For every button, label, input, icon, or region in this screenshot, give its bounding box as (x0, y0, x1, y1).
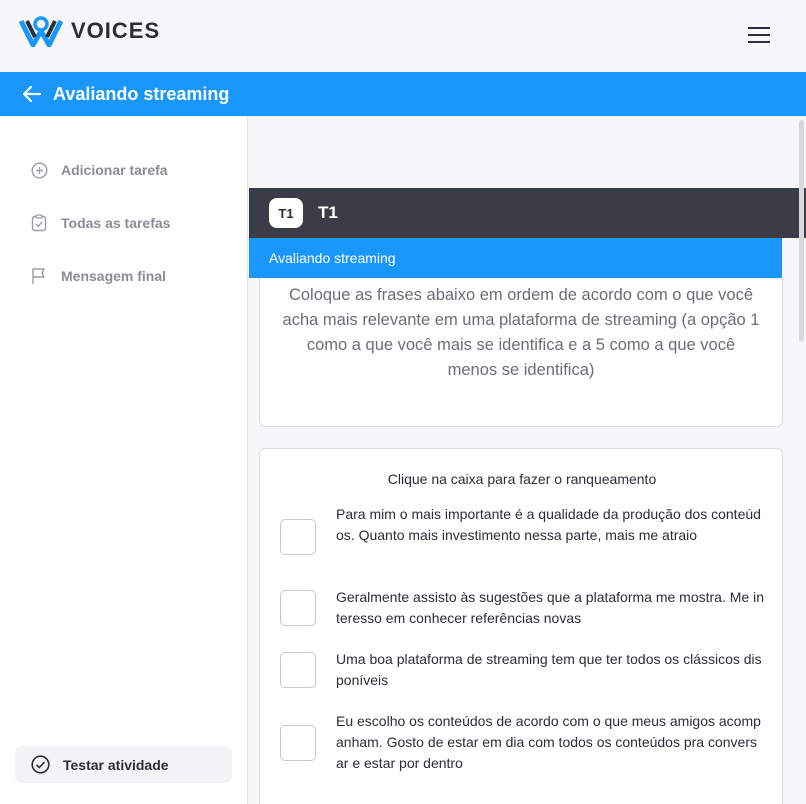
rank-item-text: Para mim o mais importante é a qualidade… (336, 506, 761, 543)
sidebar-item-final-message[interactable]: Mensagem final (30, 267, 166, 285)
task-badge: T1 (269, 198, 303, 228)
rank-checkbox[interactable] (280, 519, 316, 555)
test-activity-label: Testar atividade (63, 756, 169, 773)
scrollbar[interactable] (796, 116, 806, 804)
sidebar: Adicionar tarefa Todas as tarefas Mensag… (0, 116, 248, 804)
rank-checkbox[interactable] (280, 652, 316, 688)
hamburger-menu-icon[interactable] (748, 27, 770, 45)
rank-checkbox[interactable] (280, 725, 316, 761)
sidebar-item-add-task[interactable]: Adicionar tarefa (30, 161, 168, 179)
rank-item-text: Eu escolho os conteúdos de acordo com o … (336, 713, 761, 771)
plus-circle-icon (30, 161, 48, 179)
logo[interactable]: VOICES (19, 15, 160, 47)
instructions-text: Coloque as frases abaixo em ordem de aco… (282, 286, 760, 379)
rank-item-text: Geralmente assisto às sugestões que a pl… (336, 589, 764, 626)
page-title: Avaliando streaming (53, 83, 230, 104)
sidebar-item-label: Mensagem final (61, 268, 167, 284)
rank-item-text: Uma boa plataforma de streaming tem que … (336, 651, 762, 688)
back-arrow-icon[interactable] (22, 84, 42, 104)
check-circle-icon (31, 755, 50, 774)
rank-checkbox[interactable] (280, 590, 316, 626)
scrollbar-thumb[interactable] (799, 120, 804, 342)
sidebar-item-label: Todas as tarefas (61, 215, 171, 231)
sidebar-item-label: Adicionar tarefa (61, 162, 168, 178)
task-subtitle: Avaliando streaming (249, 238, 782, 278)
flag-icon (30, 267, 48, 285)
clipboard-check-icon (30, 214, 48, 232)
instructions-card: Coloque as frases abaixo em ordem de aco… (259, 278, 783, 427)
page-header: Avaliando streaming (0, 72, 806, 116)
sidebar-item-all-tasks[interactable]: Todas as tarefas (30, 214, 170, 232)
voices-logo-icon (19, 16, 63, 47)
ranking-title: Clique na caixa para fazer o ranqueament… (387, 471, 657, 487)
task-title: T1 (318, 203, 338, 222)
ranking-card: Clique na caixa para fazer o ranqueament… (259, 448, 783, 804)
task-header: T1 T1 (249, 188, 806, 238)
main-content[interactable]: T1 T1 Avaliando streaming Coloque as fra… (249, 116, 806, 804)
app-name: VOICES (71, 18, 161, 43)
test-activity-button[interactable]: Testar atividade (15, 746, 232, 783)
top-bar: VOICES (0, 0, 806, 72)
